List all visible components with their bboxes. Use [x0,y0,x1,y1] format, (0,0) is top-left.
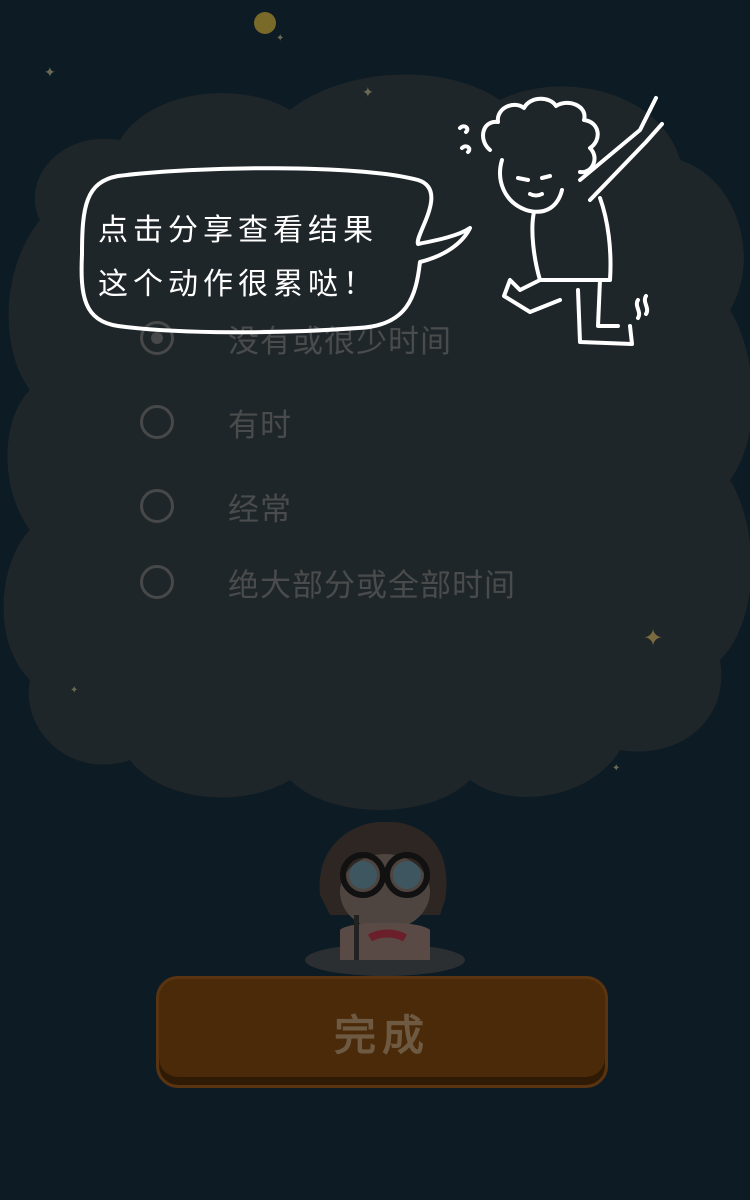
star-icon: ✦ [44,65,56,81]
star-icon: ✦ [612,763,621,774]
moon-icon [254,12,276,34]
pointing-boy-illustration [458,96,664,346]
radio-button[interactable] [140,489,174,523]
hint-text: 点击分享查看结果 这个动作很累哒！ [98,213,378,302]
radio-button[interactable] [140,565,174,599]
star-icon: ✦ [276,33,285,44]
star-icon: ✦ [362,85,374,101]
option-item[interactable]: 有时 [140,404,660,444]
star-icon: ✦ [70,685,79,696]
writing-girl-illustration [305,821,465,976]
done-button[interactable]: 完成 [156,976,608,1088]
done-button-label: 完成 [333,1010,430,1060]
option-label: 有时 [228,407,292,444]
option-item[interactable]: 经常 [140,488,660,528]
option-label: 绝大部分或全部时间 [228,567,516,604]
option-item[interactable]: 绝大部分或全部时间 [140,564,660,604]
radio-button[interactable] [140,405,174,439]
answer-options: 没有或很少时间 有时 经常 绝大部分或全部时间 [140,320,660,648]
option-label: 经常 [228,491,292,528]
